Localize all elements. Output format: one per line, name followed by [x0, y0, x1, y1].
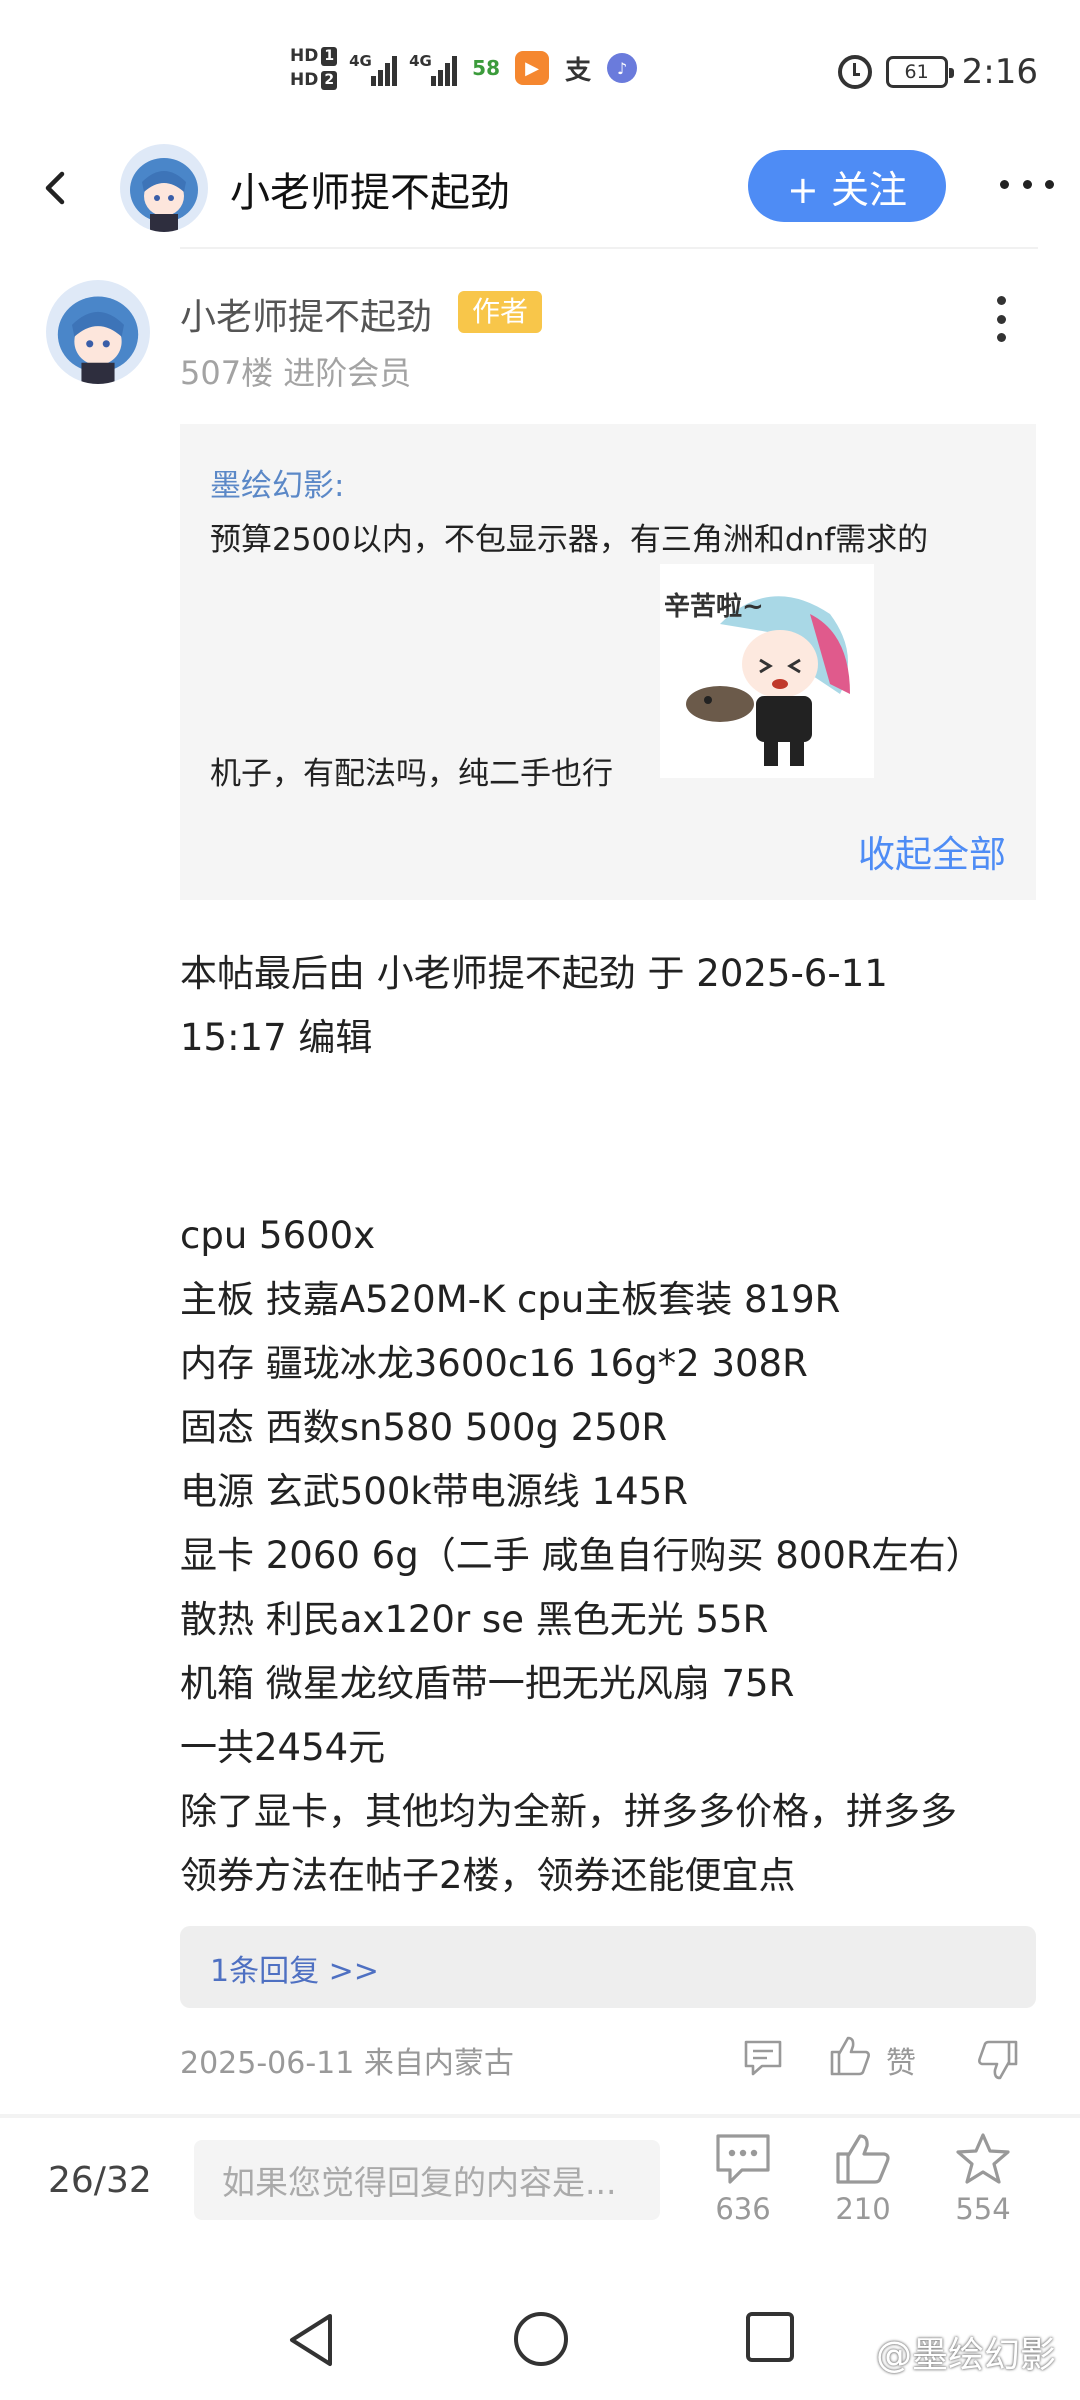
- sticker-caption: 辛苦啦~: [664, 592, 764, 622]
- battery-level: 61: [904, 61, 929, 83]
- post-line: 机箱 微星龙纹盾带一把无光风扇 75R: [180, 1662, 795, 1705]
- post-line: 一共2454元: [180, 1726, 386, 1769]
- page-indicator[interactable]: 26/32: [48, 2160, 152, 2201]
- author-name[interactable]: 小老师提不起劲: [180, 288, 432, 340]
- comment-icon[interactable]: [742, 2038, 784, 2078]
- dislike-icon[interactable]: [976, 2038, 1020, 2082]
- nav-recent-apps-icon[interactable]: [746, 2312, 794, 2362]
- hd1-num: 1: [321, 46, 338, 66]
- post-line: cpu 5600x: [180, 1214, 376, 1257]
- post-more-icon[interactable]: [994, 296, 1008, 342]
- nav-home-icon[interactable]: [514, 2312, 568, 2366]
- signal-icon-1: 4G: [349, 50, 398, 86]
- bottom-action-bar: 26/32 如果您觉得回复的内容是... 636 210 554: [0, 2118, 1080, 2290]
- network-type-2: 4G: [409, 52, 432, 70]
- like-label[interactable]: 赞: [886, 2038, 916, 2082]
- quoted-post: 墨绘幻影: 预算2500以内，不包显示器，有三角洲和dnf需求的 辛苦啦~ 机子…: [180, 424, 1036, 900]
- app-58-label: 58: [472, 56, 501, 80]
- follow-button[interactable]: + 关注: [748, 150, 946, 222]
- comments-count: 636: [715, 2192, 771, 2226]
- alarm-icon: [837, 55, 872, 89]
- hd-indicators: HD 1 HD 2: [290, 46, 338, 90]
- network-type-1: 4G: [349, 52, 372, 70]
- header-title: 小老师提不起劲: [230, 170, 510, 216]
- reply-input-placeholder: 如果您觉得回复的内容是...: [222, 2163, 617, 2202]
- post-line: 领券方法在帖子2楼，领券还能便宜点: [180, 1854, 796, 1897]
- signal-icon-2: 4G: [409, 50, 458, 86]
- favorites-button[interactable]: 554: [938, 2132, 1028, 2226]
- post-line: 固态 西数sn580 500g 250R: [180, 1406, 668, 1449]
- comments-button[interactable]: 636: [698, 2132, 788, 2226]
- likes-button[interactable]: 210: [818, 2132, 908, 2226]
- view-replies-link[interactable]: 1条回复 >>: [210, 1946, 379, 1990]
- edit-note-line-1: 本帖最后由 小老师提不起劲 于 2025-6-11: [180, 952, 888, 995]
- edit-note-line-2: 15:17 编辑: [180, 1016, 373, 1059]
- star-icon: [956, 2133, 1010, 2184]
- back-arrow-icon[interactable]: [34, 166, 78, 210]
- alipay-icon: 支: [561, 51, 595, 86]
- collapse-all-link[interactable]: 收起全部: [858, 824, 1006, 878]
- author-avatar[interactable]: [46, 280, 150, 384]
- post-line: 散热 利民ax120r se 黑色无光 55R: [180, 1598, 769, 1641]
- quote-author[interactable]: 墨绘幻影:: [210, 460, 344, 505]
- status-left-icons: HD 1 HD 2 4G 4G 58 ▶ 支 ♪: [290, 46, 638, 90]
- post-line: 除了显卡，其他均为全新，拼多多价格，拼多多: [180, 1790, 957, 1833]
- header-avatar[interactable]: [120, 144, 208, 232]
- post-line: 显卡 2060 6g（二手 咸鱼自行购买 800R左右）: [180, 1534, 983, 1577]
- quote-text-line-1: 预算2500以内，不包显示器，有三角洲和dnf需求的: [210, 522, 929, 558]
- system-nav-bar: @墨绘幻影: [0, 2290, 1080, 2400]
- nav-back-icon[interactable]: [284, 2310, 338, 2370]
- status-bar: HD 1 HD 2 4G 4G 58 ▶ 支 ♪ 61 2:16: [0, 0, 1080, 130]
- video-app-icon: ▶: [515, 51, 550, 85]
- watermark: @墨绘幻影: [875, 2335, 1056, 2376]
- sticker-image: 辛苦啦~: [660, 564, 874, 778]
- favorites-count: 554: [955, 2192, 1011, 2226]
- post-line: 主板 技嘉A520M-K cpu主板套装 819R: [180, 1278, 841, 1321]
- post-footer: 2025-06-11 来自内蒙古 赞: [180, 2034, 1040, 2082]
- author-badge: 作者: [458, 291, 543, 333]
- hd2-indicator: HD 2: [290, 70, 338, 90]
- hd2-label: HD: [290, 70, 319, 90]
- alipay-label: 支: [565, 55, 592, 86]
- reply-input[interactable]: 如果您觉得回复的内容是...: [194, 2140, 660, 2220]
- status-right-icons: 61 2:16: [837, 52, 1038, 92]
- battery-icon: 61: [885, 56, 954, 88]
- more-options-icon[interactable]: [1000, 176, 1054, 192]
- music-app-icon: ♪: [607, 53, 638, 83]
- post-line: 内存 疆珑冰龙3600c16 16g*2 308R: [180, 1342, 808, 1385]
- like-icon[interactable]: [828, 2034, 872, 2078]
- clock: 2:16: [961, 52, 1038, 92]
- post-line: 电源 玄武500k带电源线 145R: [180, 1470, 688, 1513]
- hd2-num: 2: [321, 70, 338, 90]
- post-time-location: 2025-06-11 来自内蒙古: [180, 2046, 514, 2081]
- likes-count: 210: [835, 2192, 891, 2226]
- hd1-label: HD: [290, 46, 319, 66]
- top-bar: 小老师提不起劲 + 关注: [0, 130, 1080, 248]
- app-58-icon: 58: [469, 51, 503, 85]
- comments-icon: [716, 2134, 770, 2184]
- thumbs-up-icon: [836, 2134, 890, 2184]
- replies-box[interactable]: 1条回复 >>: [180, 1926, 1036, 2008]
- hd1-indicator: HD 1: [290, 46, 338, 66]
- quote-text-line-2: 机子，有配法吗，纯二手也行: [210, 756, 613, 792]
- post-meta: 507楼 进阶会员: [180, 354, 412, 392]
- header-divider: [180, 247, 1038, 249]
